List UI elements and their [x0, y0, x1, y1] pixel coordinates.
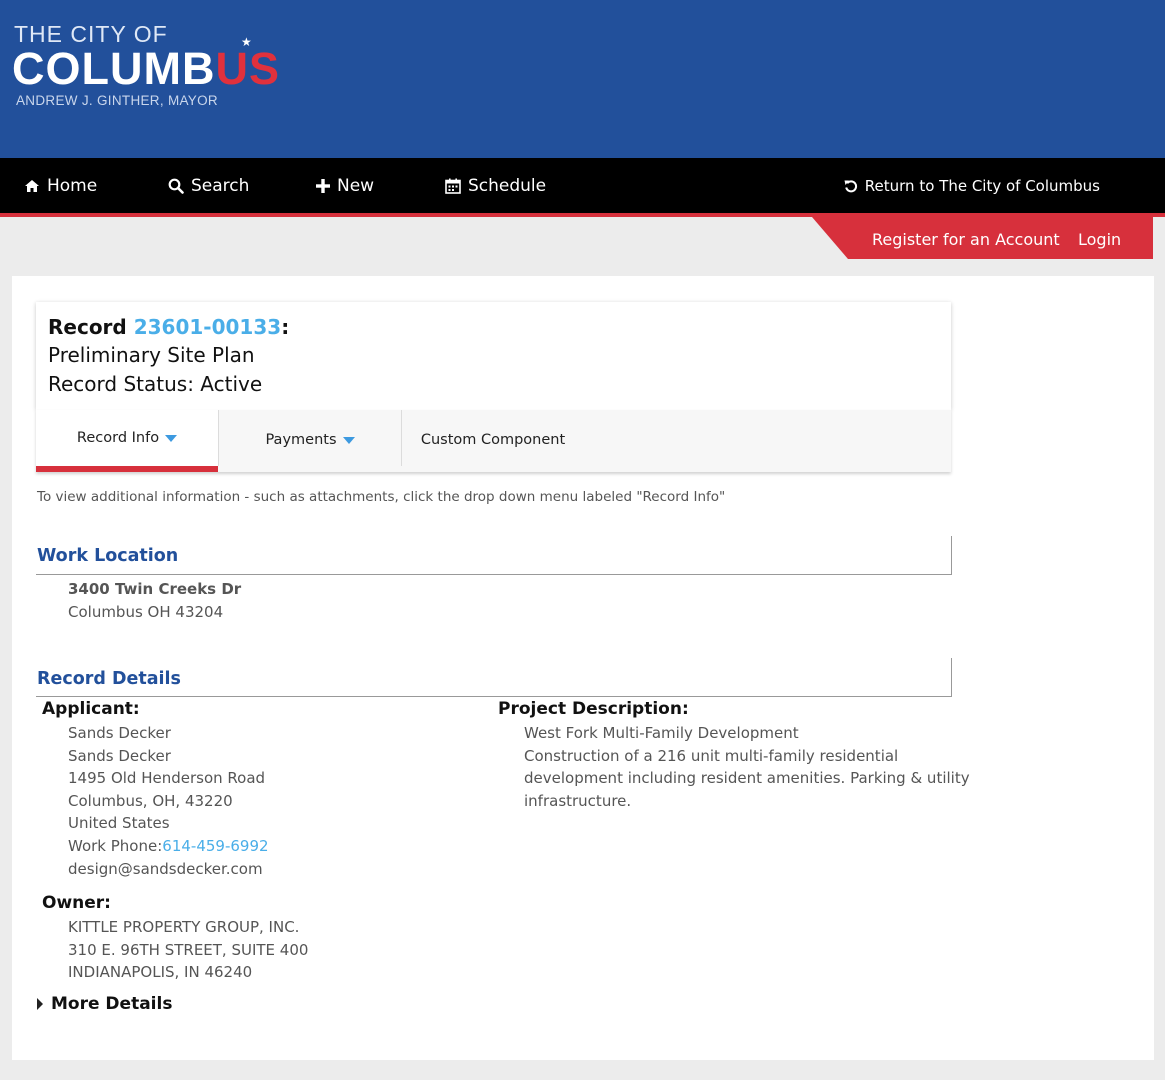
owner-address: 310 E. 96TH STREET, SUITE 400 [68, 941, 309, 959]
logo-mayor: ANDREW J. GINTHER, MAYOR [16, 93, 218, 108]
owner-name: KITTLE PROPERTY GROUP, INC. [68, 918, 300, 936]
work-location-street: 3400 Twin Creeks Dr [68, 580, 242, 598]
applicant-company: Sands Decker [68, 747, 171, 765]
record-colon: : [281, 315, 290, 339]
nav-schedule[interactable]: Schedule [445, 158, 546, 213]
info-hint: To view additional information - such as… [37, 489, 726, 505]
caret-right-icon [37, 998, 43, 1010]
nav-search-label: Search [191, 175, 250, 196]
site-header: THE CITY OF COLUMBUS ★ ANDREW J. GINTHER… [0, 0, 1165, 158]
record-type: Preliminary Site Plan [48, 343, 255, 367]
project-description-label: Project Description: [498, 699, 689, 719]
tab-record-info[interactable]: Record Info [36, 410, 218, 472]
record-header-card: Record 23601-00133: Preliminary Site Pla… [36, 302, 951, 410]
star-icon: ★ [241, 35, 252, 49]
work-location-city: Columbus OH 43204 [68, 603, 224, 621]
logo-line2: COLUMBUS [12, 46, 280, 92]
logo-word-a: COLUMB [12, 43, 216, 94]
plus-icon [316, 178, 330, 193]
record-label: Record [48, 315, 127, 339]
section-divider [36, 696, 952, 697]
tab-custom-component-label: Custom Component [420, 432, 566, 448]
section-divider [36, 574, 952, 575]
phone-link[interactable]: 614-459-6992 [162, 837, 268, 855]
nav-new-label: New [337, 175, 375, 196]
register-link[interactable]: Register for an Account [872, 230, 1060, 249]
record-tabs: Record Info Payments Custom Component [36, 410, 951, 472]
tab-payments-label: Payments [265, 432, 337, 448]
work-location-title: Work Location [37, 546, 179, 566]
owner-city: INDIANAPOLIS, IN 46240 [68, 963, 253, 981]
project-desc-line: development including resident amenities… [524, 769, 970, 787]
tab-record-info-label: Record Info [76, 430, 160, 446]
phone-label: Work Phone: [68, 837, 163, 855]
nav-new[interactable]: New [316, 158, 374, 213]
account-tab: Register for an Account Login [812, 217, 1153, 259]
main-nav: Home Search New Schedule Return to The C… [0, 158, 1165, 217]
login-link[interactable]: Login [1078, 230, 1121, 249]
search-icon [168, 178, 184, 194]
applicant-phone: Work Phone:614-459-6992 [68, 837, 269, 855]
city-logo[interactable]: THE CITY OF COLUMBUS ★ ANDREW J. GINTHER… [12, 20, 295, 112]
applicant-email: design@sandsdecker.com [68, 860, 263, 878]
account-tab-slant [812, 217, 848, 259]
applicant-label: Applicant: [42, 699, 140, 719]
applicant-city: Columbus, OH, 43220 [68, 792, 233, 810]
more-details-toggle[interactable]: More Details [37, 994, 172, 1014]
nav-home-label: Home [47, 175, 98, 196]
record-status: Record Status: Active [48, 372, 263, 396]
project-desc-line: infrastructure. [524, 792, 632, 810]
record-details-title: Record Details [37, 669, 181, 689]
chevron-down-icon [342, 436, 355, 444]
owner-label: Owner: [42, 893, 111, 913]
nav-home[interactable]: Home [24, 158, 97, 213]
logo-word-b: US [215, 43, 280, 94]
section-border [951, 658, 952, 697]
applicant-name: Sands Decker [68, 724, 171, 742]
chevron-down-icon [165, 434, 178, 442]
undo-icon [844, 179, 857, 192]
account-tab-body: Register for an Account Login [848, 217, 1153, 259]
more-details-label: More Details [51, 994, 173, 1014]
section-border [951, 536, 952, 575]
nav-schedule-label: Schedule [468, 175, 547, 196]
applicant-country: United States [68, 814, 170, 832]
project-title: West Fork Multi-Family Development [524, 724, 799, 742]
nav-return-link[interactable]: Return to The City of Columbus [844, 158, 1100, 213]
project-desc-line: Construction of a 216 unit multi-family … [524, 747, 899, 765]
record-number: 23601-00133 [133, 315, 282, 339]
tab-payments[interactable]: Payments [219, 410, 401, 470]
nav-return-label: Return to The City of Columbus [864, 176, 1100, 195]
calendar-icon [445, 178, 461, 194]
tab-custom-component[interactable]: Custom Component [402, 410, 584, 470]
home-icon [25, 179, 39, 192]
applicant-address: 1495 Old Henderson Road [68, 769, 266, 787]
nav-search[interactable]: Search [168, 158, 249, 213]
record-title: Record 23601-00133: [48, 315, 289, 339]
